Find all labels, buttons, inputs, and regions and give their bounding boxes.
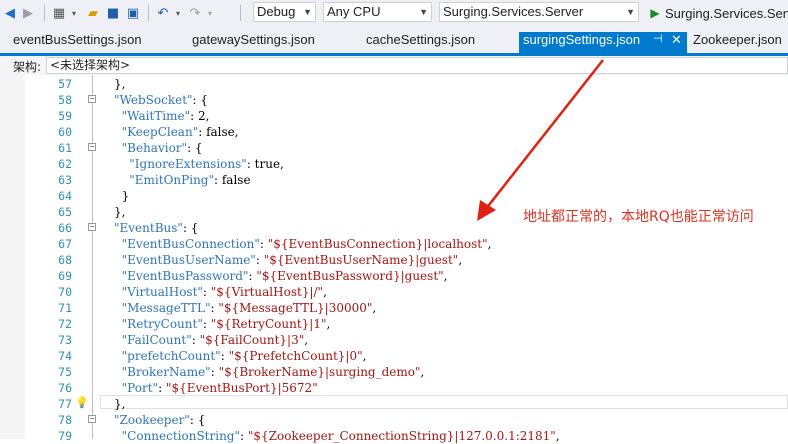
annotation-text: 地址都正常的，本地RQ也能正常访问 [523,209,754,225]
